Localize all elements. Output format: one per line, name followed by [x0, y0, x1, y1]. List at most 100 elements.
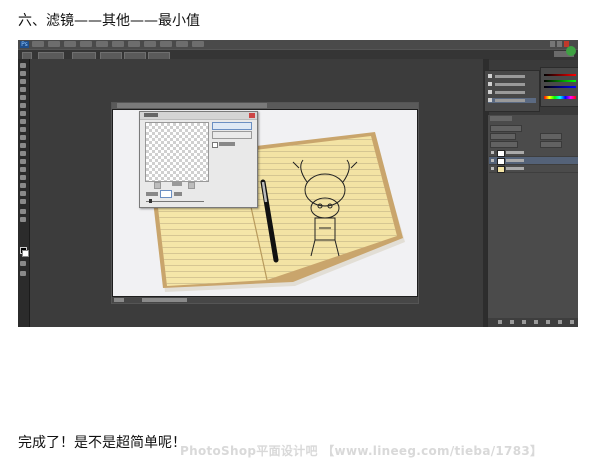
radius-slider-handle[interactable]: [149, 199, 152, 203]
menu-layer[interactable]: [80, 41, 92, 47]
layer-name: [506, 167, 524, 170]
shape-tool-icon[interactable]: [20, 199, 26, 204]
radius-unit: [174, 192, 182, 196]
tutorial-conclusion: 完成了！是不是超简单呢！: [18, 435, 186, 451]
hand-tool-icon[interactable]: [20, 209, 26, 214]
lasso-tool-icon[interactable]: [20, 79, 26, 84]
status-indicator-icon: [566, 46, 576, 56]
document-info: [142, 298, 187, 302]
layers-panel: [487, 115, 578, 327]
minimize-button[interactable]: [550, 41, 555, 47]
visibility-eye-icon[interactable]: [491, 159, 494, 162]
layer-style-icon[interactable]: [510, 320, 514, 324]
screen-mode-icon[interactable]: [20, 271, 26, 276]
magic-wand-tool-icon[interactable]: [20, 87, 26, 92]
menu-filter[interactable]: [128, 41, 140, 47]
marquee-tool-icon[interactable]: [20, 71, 26, 76]
radius-slider[interactable]: [146, 201, 204, 202]
layers-panel-footer: [488, 318, 578, 327]
path-selection-tool-icon[interactable]: [20, 191, 26, 196]
new-group-icon[interactable]: [546, 320, 550, 324]
red-slider[interactable]: [544, 74, 576, 76]
layer-thumbnail: [497, 166, 505, 173]
move-tool-icon[interactable]: [20, 63, 26, 68]
menu-image[interactable]: [64, 41, 76, 47]
visibility-eye-icon[interactable]: [491, 151, 494, 154]
zoom-in-icon[interactable]: [188, 182, 195, 189]
layer-kind-filter[interactable]: [490, 125, 522, 132]
healing-tool-icon[interactable]: [20, 111, 26, 116]
menu-view[interactable]: [160, 41, 172, 47]
site-watermark: PhotoShop平面设计吧 【www.lineeg.com/tieba/178…: [180, 444, 543, 458]
link-layers-icon[interactable]: [498, 320, 502, 324]
stamp-tool-icon[interactable]: [20, 127, 26, 132]
color-ramp[interactable]: [544, 96, 576, 99]
dialog-title: [144, 113, 158, 117]
menu-help[interactable]: [192, 41, 204, 47]
layer-thumbnail: [497, 150, 505, 157]
dialog-close-icon[interactable]: [249, 113, 255, 118]
preview-checkbox[interactable]: [212, 142, 218, 148]
preview-zoom-controls: [154, 182, 200, 189]
maximize-button[interactable]: [557, 41, 562, 47]
gradient-tool-icon[interactable]: [20, 151, 26, 156]
cancel-button[interactable]: [212, 131, 252, 139]
menu-window[interactable]: [176, 41, 188, 47]
radius-input[interactable]: [160, 190, 172, 198]
background-color-swatch[interactable]: [22, 250, 29, 257]
history-brush-tool-icon[interactable]: [20, 135, 26, 140]
zoom-level-field[interactable]: [114, 298, 124, 302]
layer-row-selected[interactable]: [489, 157, 578, 165]
eraser-tool-icon[interactable]: [20, 143, 26, 148]
pen-tool-icon[interactable]: [20, 175, 26, 180]
menu-bar: Ps: [18, 40, 578, 49]
menu-3d[interactable]: [144, 41, 156, 47]
blend-mode-select[interactable]: [490, 133, 516, 140]
quick-mask-icon[interactable]: [20, 261, 26, 266]
menu-select[interactable]: [112, 41, 124, 47]
crop-tool-icon[interactable]: [20, 95, 26, 100]
menu-type[interactable]: [96, 41, 108, 47]
eyedropper-tool-icon[interactable]: [20, 103, 26, 108]
layer-row[interactable]: [489, 165, 578, 173]
adjustment-layer-icon[interactable]: [534, 320, 538, 324]
visibility-eye-icon[interactable]: [491, 167, 494, 170]
dialog-title-bar[interactable]: [140, 112, 257, 120]
layer-name: [506, 151, 524, 154]
radius-label: [146, 192, 158, 196]
preview-checkbox-label: [219, 142, 235, 146]
history-item[interactable]: [488, 90, 536, 95]
blur-tool-icon[interactable]: [20, 159, 26, 164]
menu-edit[interactable]: [48, 41, 60, 47]
opacity-field[interactable]: [540, 133, 562, 140]
layer-row[interactable]: [489, 149, 578, 157]
menu-file[interactable]: [32, 41, 44, 47]
new-layer-icon[interactable]: [558, 320, 562, 324]
photoshop-screenshot: Ps: [18, 40, 578, 327]
zoom-tool-icon[interactable]: [20, 217, 26, 222]
history-panel: [484, 70, 540, 112]
dodge-tool-icon[interactable]: [20, 167, 26, 172]
brush-tool-icon[interactable]: [20, 119, 26, 124]
document-tab-title: [117, 103, 267, 108]
history-item[interactable]: [488, 82, 536, 87]
add-mask-icon[interactable]: [522, 320, 526, 324]
filter-preview[interactable]: [145, 122, 209, 182]
document-tab[interactable]: [112, 103, 418, 109]
layers-tab[interactable]: [490, 116, 512, 121]
history-item-selected[interactable]: [488, 98, 536, 103]
preview-zoom-value: [172, 182, 182, 186]
ps-logo-icon: Ps: [20, 41, 29, 48]
blue-slider[interactable]: [544, 86, 576, 88]
delete-layer-icon[interactable]: [570, 320, 574, 324]
history-item[interactable]: [488, 74, 536, 79]
ok-button[interactable]: [212, 122, 252, 130]
document-status-bar: [112, 297, 418, 303]
fill-field[interactable]: [540, 141, 562, 148]
type-tool-icon[interactable]: [20, 183, 26, 188]
zoom-out-icon[interactable]: [154, 182, 161, 189]
lock-controls[interactable]: [490, 141, 518, 148]
green-slider[interactable]: [544, 80, 576, 82]
tutorial-step-heading: 六、滤镜——其他——最小值: [18, 13, 200, 29]
minimum-filter-dialog: [139, 111, 258, 208]
